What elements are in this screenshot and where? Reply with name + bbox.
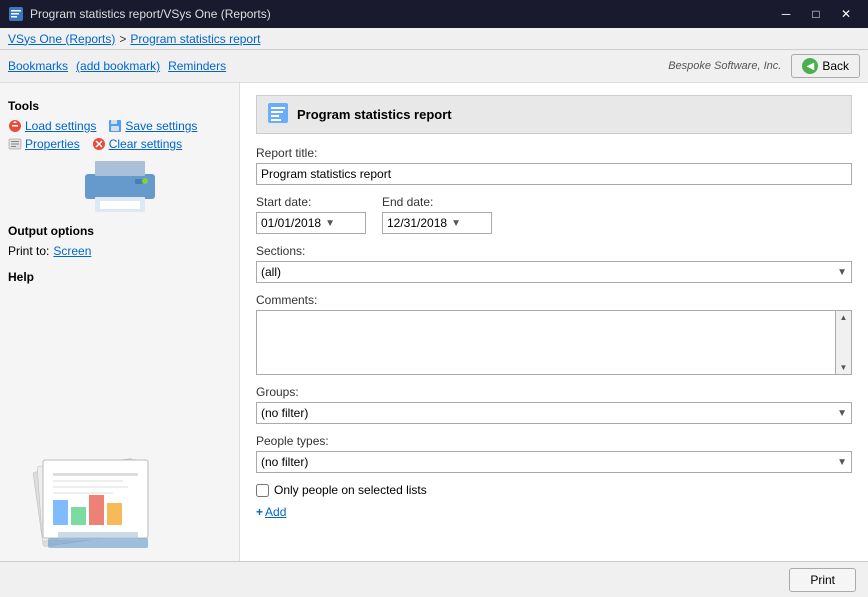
start-date-value: 01/01/2018	[261, 216, 321, 230]
clear-settings-link[interactable]: Clear settings	[92, 137, 182, 151]
end-date-dropdown-arrow[interactable]: ▼	[451, 218, 461, 229]
scroll-down-icon[interactable]: ▼	[840, 363, 848, 372]
groups-value: (no filter)	[261, 406, 308, 420]
comments-label: Comments:	[256, 293, 852, 307]
add-bookmark-link[interactable]: (add bookmark)	[76, 59, 160, 73]
bespoke-label: Bespoke Software, Inc.	[668, 60, 781, 72]
start-date-dropdown-arrow[interactable]: ▼	[325, 218, 335, 229]
report-header-title: Program statistics report	[297, 107, 452, 122]
bookmarks-link[interactable]: Bookmarks	[8, 59, 68, 73]
report-title-label: Report title:	[256, 146, 852, 160]
screen-link[interactable]: Screen	[53, 244, 91, 258]
load-settings-link[interactable]: Load settings	[8, 119, 96, 133]
window-controls: ─ □ ✕	[772, 3, 860, 25]
help-section: Help	[8, 270, 231, 284]
people-types-label: People types:	[256, 434, 852, 448]
end-date-value: 12/31/2018	[387, 216, 447, 230]
groups-arrow-icon: ▼	[837, 408, 847, 419]
sections-dropdown[interactable]: (all) ▼	[256, 261, 852, 283]
scrollbar: ▲ ▼	[835, 311, 851, 374]
back-icon: ◀	[802, 58, 818, 74]
printer-icon	[80, 159, 160, 214]
comments-group: Comments: ▲ ▼	[256, 293, 852, 375]
sections-value: (all)	[261, 265, 281, 279]
only-people-checkbox[interactable]	[256, 484, 269, 497]
report-header-icon	[267, 102, 289, 127]
breadcrumb-vsys[interactable]: VSys One (Reports)	[8, 32, 115, 46]
tools-title: Tools	[8, 99, 231, 113]
report-header: Program statistics report	[256, 95, 852, 134]
end-date-group: End date: 12/31/2018 ▼	[382, 195, 492, 234]
start-date-label: Start date:	[256, 195, 366, 209]
app-icon	[8, 6, 24, 22]
topbar: Bookmarks (add bookmark) Reminders Bespo…	[0, 50, 868, 83]
end-date-label: End date:	[382, 195, 492, 209]
sections-group: Sections: (all) ▼	[256, 244, 852, 283]
titlebar-text: Program statistics report/VSys One (Repo…	[30, 7, 772, 21]
print-to-row: Print to: Screen	[8, 244, 231, 258]
tools-row-2: Properties Clear settings	[8, 137, 231, 151]
people-types-dropdown[interactable]: (no filter) ▼	[256, 451, 852, 473]
back-button[interactable]: ◀ Back	[791, 54, 860, 78]
people-types-group: People types: (no filter) ▼	[256, 434, 852, 473]
document-stack-image	[8, 435, 183, 553]
bottom-bar: Print	[0, 561, 868, 597]
date-row: Start date: 01/01/2018 ▼ End date: 12/31…	[256, 195, 852, 234]
save-icon	[108, 119, 122, 133]
add-row: + Add	[256, 505, 852, 519]
groups-label: Groups:	[256, 385, 852, 399]
maximize-button[interactable]: □	[802, 3, 830, 25]
save-settings-link[interactable]: Save settings	[108, 119, 197, 133]
people-types-value: (no filter)	[261, 455, 308, 469]
close-button[interactable]: ✕	[832, 3, 860, 25]
load-icon	[8, 119, 22, 133]
titlebar: Program statistics report/VSys One (Repo…	[0, 0, 868, 28]
report-title-input[interactable]	[256, 163, 852, 185]
print-button[interactable]: Print	[789, 568, 856, 592]
comments-textarea[interactable]	[257, 311, 835, 374]
breadcrumb-report[interactable]: Program statistics report	[130, 32, 260, 46]
topbar-nav: Bookmarks (add bookmark) Reminders	[8, 59, 226, 73]
sections-arrow-icon: ▼	[837, 267, 847, 278]
groups-group: Groups: (no filter) ▼	[256, 385, 852, 424]
output-section: Output options Print to: Screen	[8, 224, 231, 258]
clear-icon	[92, 137, 106, 151]
only-people-label: Only people on selected lists	[274, 483, 427, 497]
help-title: Help	[8, 270, 231, 284]
only-people-row: Only people on selected lists	[256, 483, 852, 497]
reminders-link[interactable]: Reminders	[168, 59, 226, 73]
minimize-button[interactable]: ─	[772, 3, 800, 25]
breadcrumb-bar: VSys One (Reports) > Program statistics …	[0, 28, 868, 50]
comments-wrapper: ▲ ▼	[256, 310, 852, 375]
output-title: Output options	[8, 224, 231, 238]
back-button-label: Back	[822, 59, 849, 73]
main-layout: Tools Load settings	[0, 83, 868, 561]
print-to-label: Print to:	[8, 244, 49, 258]
add-label: Add	[265, 505, 286, 519]
groups-dropdown[interactable]: (no filter) ▼	[256, 402, 852, 424]
tools-section: Load settings Save settings	[8, 119, 231, 151]
start-date-group: Start date: 01/01/2018 ▼	[256, 195, 366, 234]
add-link[interactable]: + Add	[256, 505, 286, 519]
breadcrumb-separator: >	[119, 32, 126, 46]
sections-label: Sections:	[256, 244, 852, 258]
content-area: Program statistics report Report title: …	[240, 83, 868, 561]
printer-image-area	[8, 159, 231, 214]
sidebar: Tools Load settings	[0, 83, 240, 561]
plus-icon: +	[256, 505, 263, 519]
scroll-up-icon[interactable]: ▲	[840, 313, 848, 322]
tools-row-1: Load settings Save settings	[8, 119, 231, 133]
properties-icon	[8, 137, 22, 151]
report-title-group: Report title:	[256, 146, 852, 185]
properties-link[interactable]: Properties	[8, 137, 80, 151]
people-types-arrow-icon: ▼	[837, 457, 847, 468]
